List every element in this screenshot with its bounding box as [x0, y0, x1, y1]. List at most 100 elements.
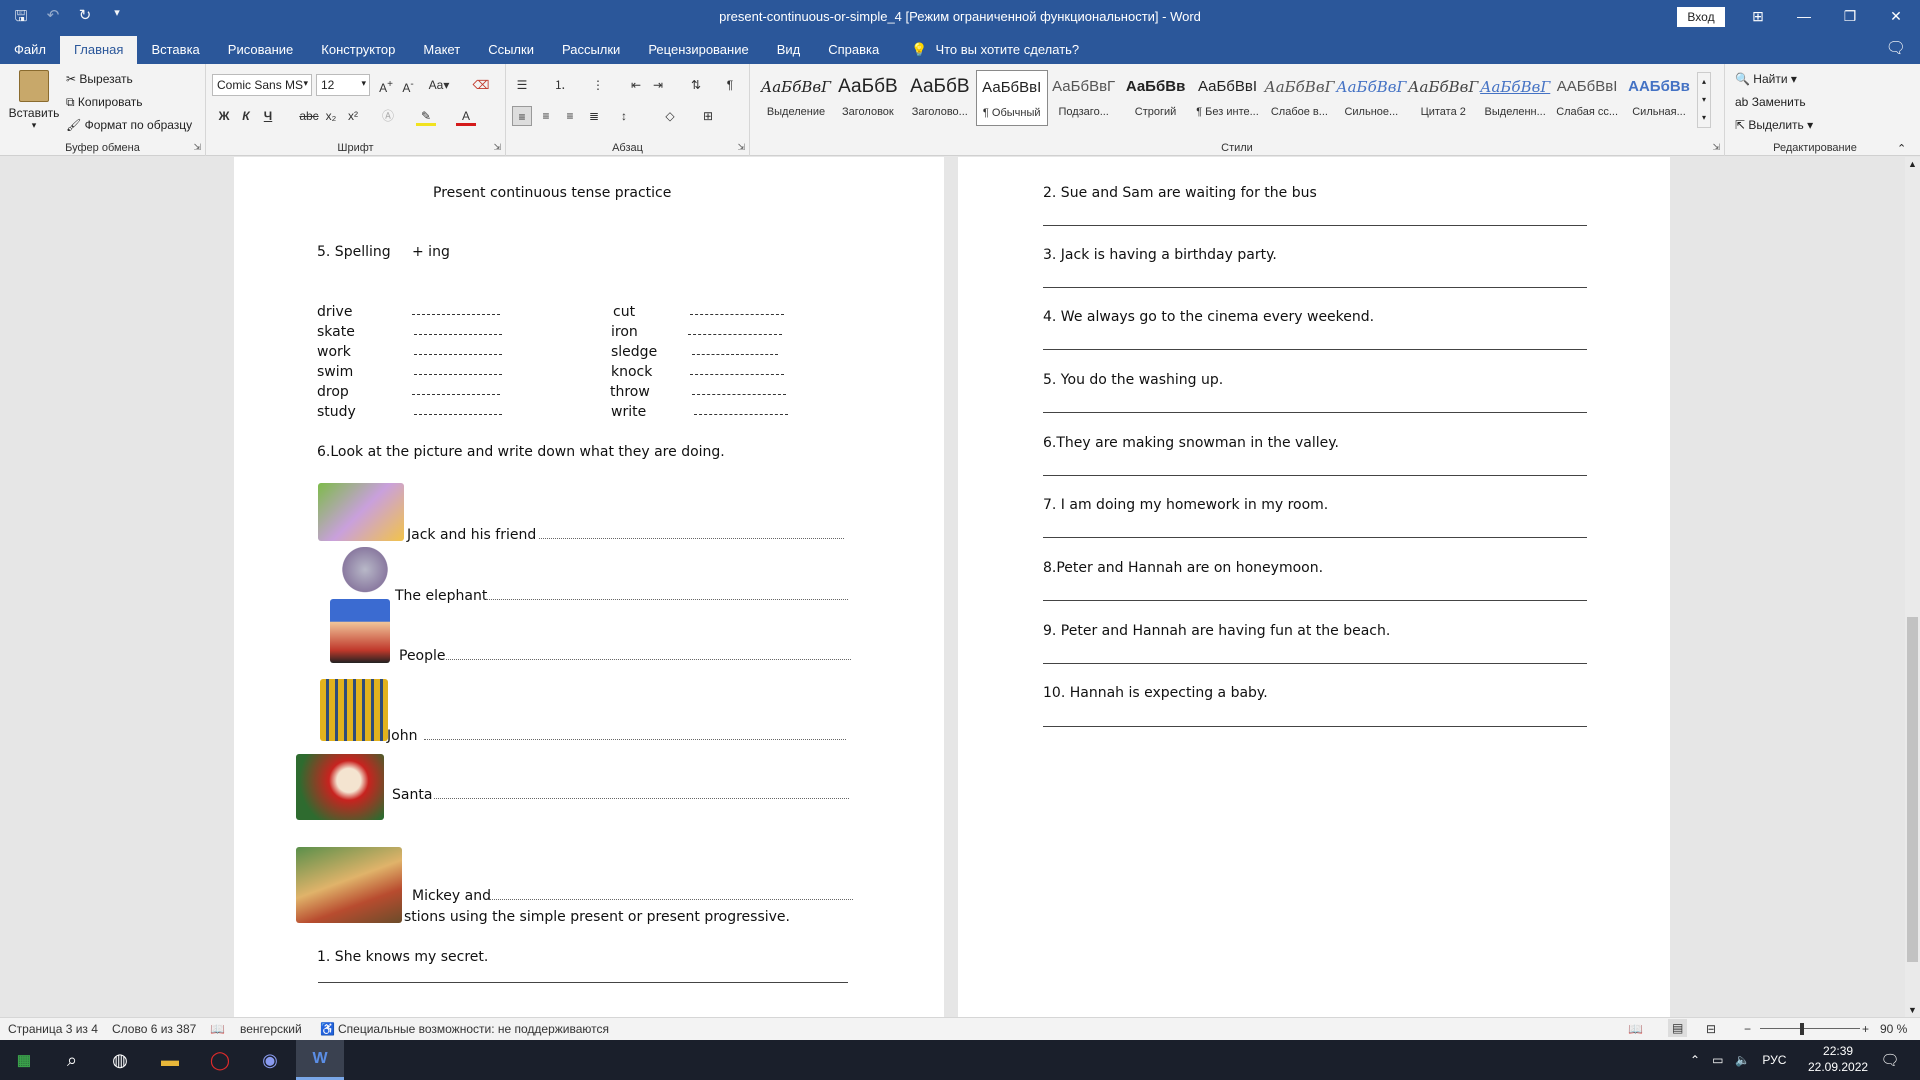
dialog-launcher-icon[interactable]: ⇲	[1712, 142, 1720, 153]
dialog-launcher-icon[interactable]: ⇲	[193, 142, 201, 153]
clock[interactable]: 22:39 22.09.2022	[1808, 1043, 1868, 1075]
style-normal[interactable]: АаБбВвІ ¶ Обычный	[975, 70, 1048, 126]
style-intense-emphasis[interactable]: АаБбВвГ Сильное...	[1335, 70, 1407, 126]
align-right-icon[interactable]: ≡	[560, 106, 580, 126]
scroll-down-icon[interactable]: ▼	[1908, 1005, 1917, 1015]
restore-icon[interactable]: ❐	[1827, 4, 1873, 28]
tab-help[interactable]: Справка	[814, 36, 893, 64]
style-heading1[interactable]: АаБбВ Заголовок	[832, 70, 904, 126]
tray-expand-icon[interactable]: ⌃	[1690, 1053, 1700, 1067]
justify-icon[interactable]: ≣	[584, 106, 604, 126]
change-case-icon[interactable]: Aa▾	[424, 75, 454, 95]
show-marks-icon[interactable]: ¶	[720, 75, 740, 95]
align-center-icon[interactable]: ≡	[536, 106, 556, 126]
cut-button[interactable]: ✂ Вырезать	[66, 72, 133, 86]
zoom-out-icon[interactable]: −	[1744, 1022, 1751, 1036]
find-button[interactable]: 🔍 Найти ▾	[1735, 72, 1797, 86]
styles-scroll[interactable]: ▴ ▾ ▾	[1697, 72, 1711, 128]
language-indicator[interactable]: венгерский	[240, 1022, 302, 1036]
sort-icon[interactable]: ⇅	[686, 75, 706, 95]
tab-design[interactable]: Конструктор	[307, 36, 409, 64]
steam-icon[interactable]: ◍	[96, 1040, 144, 1080]
opera-icon[interactable]: ◯	[196, 1040, 244, 1080]
style-heading2[interactable]: АаБбВ Заголово...	[904, 70, 976, 126]
comments-icon[interactable]: 🗨	[1886, 38, 1906, 58]
accessibility-status[interactable]: Специальные возможности: не поддерживают…	[338, 1022, 609, 1036]
scroll-thumb[interactable]	[1907, 617, 1918, 962]
style-subtle-reference[interactable]: ААБбВвІ Слабая сс...	[1551, 70, 1623, 126]
text-effects-icon[interactable]: Ⓐ	[378, 106, 398, 126]
print-layout-icon[interactable]: ▤	[1668, 1019, 1688, 1037]
tab-insert[interactable]: Вставка	[137, 36, 213, 64]
input-language[interactable]: РУС	[1762, 1053, 1786, 1067]
clear-formatting-icon[interactable]: ⌫	[471, 75, 491, 95]
tab-references[interactable]: Ссылки	[474, 36, 548, 64]
page-count[interactable]: Страница 3 из 4	[8, 1022, 98, 1036]
dialog-launcher-icon[interactable]: ⇲	[737, 142, 745, 153]
style-subtitle[interactable]: АаБбВвГ Подзаго...	[1048, 70, 1120, 126]
subscript-icon[interactable]: x₂	[321, 106, 341, 126]
bullets-icon[interactable]: ☰	[512, 75, 532, 95]
underline-icon[interactable]: Ч	[258, 106, 278, 126]
notifications-icon[interactable]: 🗨	[1866, 1040, 1914, 1080]
proofing-icon[interactable]: 📖	[210, 1022, 225, 1036]
highlight-icon[interactable]: ✎	[416, 106, 436, 126]
word-count[interactable]: Слово 6 из 387	[112, 1022, 196, 1036]
zoom-in-icon[interactable]: +	[1862, 1022, 1869, 1036]
read-mode-icon[interactable]: 📖	[1628, 1022, 1643, 1036]
start-button-icon[interactable]: ▦	[0, 1040, 48, 1080]
word-taskbar-icon[interactable]: W	[296, 1040, 344, 1080]
minimize-icon[interactable]: —	[1781, 4, 1827, 28]
style-subtle-emphasis[interactable]: АаБбВвГ Слабое в...	[1263, 70, 1335, 126]
tab-file[interactable]: Файл	[0, 36, 60, 64]
network-icon[interactable]: ▭	[1712, 1053, 1723, 1067]
tab-review[interactable]: Рецензирование	[634, 36, 762, 64]
web-layout-icon[interactable]: ⊟	[1706, 1022, 1716, 1036]
strikethrough-icon[interactable]: abc	[299, 106, 319, 126]
scroll-up-icon[interactable]: ▲	[1908, 159, 1917, 169]
style-strong[interactable]: АаБбВв Строгий	[1120, 70, 1192, 126]
shrink-font-icon[interactable]: A-	[398, 75, 418, 95]
file-explorer-icon[interactable]: ▬	[146, 1040, 194, 1080]
style-intense-quote[interactable]: АаБбВвГ Выделенн...	[1479, 70, 1551, 126]
multilevel-list-icon[interactable]: ⋮	[588, 75, 608, 95]
increase-indent-icon[interactable]: ⇥	[648, 75, 668, 95]
volume-icon[interactable]: 🔈	[1735, 1053, 1750, 1067]
grow-font-icon[interactable]: A+	[376, 75, 396, 95]
line-spacing-icon[interactable]: ↕	[614, 106, 634, 126]
close-icon[interactable]: ✕	[1873, 4, 1919, 28]
copy-button[interactable]: ⧉ Копировать	[66, 95, 143, 110]
replace-button[interactable]: ab Заменить	[1735, 95, 1806, 109]
tab-home[interactable]: Главная	[59, 36, 138, 64]
tab-view[interactable]: Вид	[763, 36, 815, 64]
paste-button[interactable]: Вставить ▾	[8, 70, 60, 131]
tab-layout[interactable]: Макет	[409, 36, 474, 64]
zoom-level[interactable]: 90 %	[1880, 1022, 1907, 1036]
ribbon-display-icon[interactable]: ⊞	[1735, 4, 1781, 28]
tab-draw[interactable]: Рисование	[214, 36, 307, 64]
borders-icon[interactable]: ⊞	[698, 106, 718, 126]
italic-icon[interactable]: К	[236, 106, 256, 126]
zoom-slider-thumb[interactable]	[1800, 1023, 1804, 1035]
tell-me-box[interactable]: 💡 Что вы хотите сделать?	[893, 36, 1079, 64]
superscript-icon[interactable]: x²	[343, 106, 363, 126]
style-no-spacing[interactable]: АаБбВвІ ¶ Без инте...	[1192, 70, 1264, 126]
align-left-icon[interactable]: ≡	[512, 106, 532, 126]
style-emphasis[interactable]: АаБбВвГ Выделение	[760, 70, 832, 126]
collapse-ribbon-icon[interactable]: ⌃	[1897, 142, 1906, 155]
font-color-icon[interactable]: A	[456, 106, 476, 126]
numbering-icon[interactable]: ⒈	[550, 75, 570, 95]
vertical-scrollbar[interactable]: ▲ ▼	[1905, 157, 1920, 1017]
style-quote[interactable]: АаБбВвГ Цитата 2	[1407, 70, 1479, 126]
search-icon[interactable]: ⌕	[48, 1040, 96, 1080]
decrease-indent-icon[interactable]: ⇤	[626, 75, 646, 95]
zoom-slider[interactable]	[1760, 1028, 1860, 1029]
dialog-launcher-icon[interactable]: ⇲	[493, 142, 501, 153]
tab-mailings[interactable]: Рассылки	[548, 36, 634, 64]
style-intense-reference[interactable]: ААБбВв Сильная...	[1623, 70, 1695, 126]
format-painter-button[interactable]: 🖌 Формат по образцу	[66, 118, 192, 132]
select-button[interactable]: ⇱ Выделить ▾	[1735, 118, 1813, 132]
bold-icon[interactable]: Ж	[214, 106, 234, 126]
shading-icon[interactable]: ◇	[660, 106, 680, 126]
font-size-box[interactable]: 12 ▾	[316, 74, 370, 96]
